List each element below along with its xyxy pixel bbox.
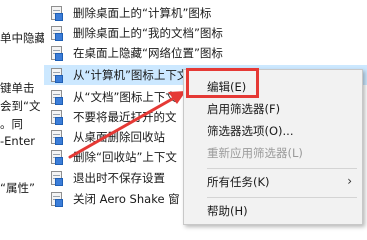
policy-row-label: 关闭 Aero Shake 窗 <box>73 192 180 206</box>
description-text: “属性” <box>0 181 35 195</box>
menu-separator <box>207 197 357 198</box>
menu-item-filter-options[interactable]: 筛选器选项(O)... <box>184 120 362 142</box>
policy-row-label: 删除桌面上的“我的文档”图标 <box>73 26 223 40</box>
policy-row-label: 不要将最近打开的文 <box>73 110 177 124</box>
description-text: -Enter <box>0 134 36 148</box>
policy-setting-icon <box>50 129 63 145</box>
description-pane: 单中隐藏 键单击 会到“文 。同 -Enter “属性” <box>0 0 44 225</box>
description-text: 。同 <box>0 117 23 131</box>
policy-setting-icon <box>50 89 63 105</box>
menu-item-reapply-filter: 重新应用筛选器(L) <box>207 146 303 160</box>
policy-setting-icon <box>50 67 63 83</box>
policy-row-label: 从“计算机”图标上下文 <box>73 68 189 82</box>
description-text: 键单击 <box>0 81 35 95</box>
menu-item-all-tasks[interactable]: 所有任务(K) › <box>184 171 362 193</box>
policy-setting-icon <box>50 45 63 61</box>
menu-item-help[interactable]: 帮助(H) <box>184 200 362 222</box>
policy-row-label: 退出时不保存设置 <box>73 171 165 185</box>
policy-row-label: 删除桌面上的“计算机”图标 <box>73 6 212 20</box>
policy-row-label: 从桌面删除回收站 <box>73 130 165 144</box>
description-text: 单中隐藏 <box>0 31 44 45</box>
chevron-right-icon: › <box>347 174 352 188</box>
policy-row[interactable]: 在桌面上隐藏“网络位置”图标 <box>44 43 367 63</box>
menu-item-enable-filter[interactable]: 启用筛选器(F) <box>184 98 362 120</box>
policy-row-label: 从“文档”图标上下文 <box>73 90 177 104</box>
policy-row-label: 在桌面上隐藏“网络位置”图标 <box>73 46 223 60</box>
policy-row-label: 删除“回收站”上下文 <box>73 150 177 164</box>
policy-setting-icon <box>50 109 63 125</box>
description-text: 会到“文 <box>0 99 41 113</box>
policy-row[interactable]: 删除桌面上的“我的文档”图标 <box>44 23 367 43</box>
policy-setting-icon <box>50 191 63 207</box>
menu-separator <box>207 168 357 169</box>
policy-setting-icon <box>50 25 63 41</box>
annotation-highlight-box <box>186 68 259 98</box>
policy-row[interactable]: 删除桌面上的“计算机”图标 <box>44 3 367 23</box>
policy-setting-icon <box>50 170 63 186</box>
menu-item-all-tasks-label: 所有任务(K) <box>207 175 270 189</box>
policy-setting-icon <box>50 5 63 21</box>
policy-setting-icon <box>50 149 63 165</box>
